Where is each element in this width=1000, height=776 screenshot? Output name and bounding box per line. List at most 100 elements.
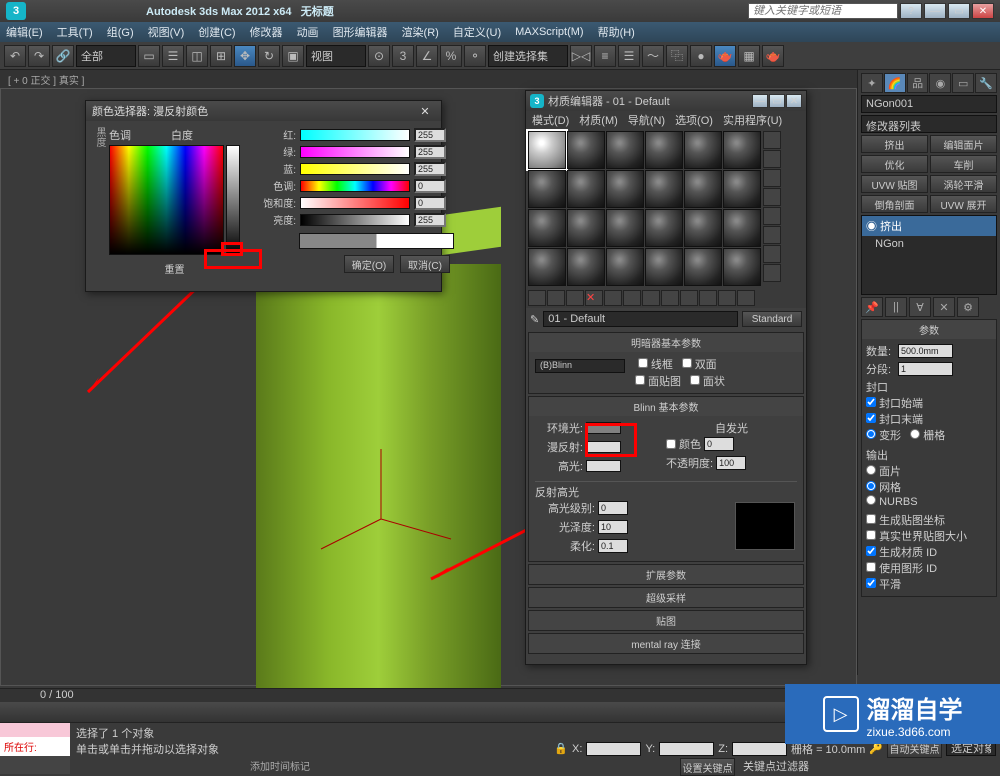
useshapeids-checkbox[interactable]: [866, 562, 876, 572]
get-material-icon[interactable]: [528, 290, 546, 306]
shader-dropdown[interactable]: (B)Blinn: [535, 359, 625, 373]
material-name-input[interactable]: [543, 311, 738, 327]
refcoord-dropdown[interactable]: [306, 45, 366, 67]
sample-uv-icon[interactable]: [763, 188, 781, 206]
shader-rollout-header[interactable]: 明暗器基本参数: [529, 333, 803, 352]
utilities-tab-icon[interactable]: 🔧: [975, 73, 997, 93]
maximize-button[interactable]: ▭: [948, 3, 970, 19]
material-slot[interactable]: [645, 131, 683, 169]
make-copy-icon[interactable]: [604, 290, 622, 306]
undo-icon[interactable]: ↶: [4, 45, 26, 67]
btn-extrude[interactable]: 挤出: [861, 135, 928, 153]
mirror-icon[interactable]: ▷◁: [570, 45, 592, 67]
link-icon[interactable]: 🔗: [52, 45, 74, 67]
select-region-icon[interactable]: ◫: [186, 45, 208, 67]
green-slider[interactable]: [300, 146, 410, 158]
morph-radio[interactable]: [866, 429, 876, 439]
show-map-icon[interactable]: [680, 290, 698, 306]
blue-slider[interactable]: [300, 163, 410, 175]
select-name-icon[interactable]: ☰: [162, 45, 184, 67]
btn-bevelprof[interactable]: 倒角剖面: [861, 195, 928, 213]
material-slot[interactable]: [684, 248, 722, 286]
curve-editor-icon[interactable]: 〜: [642, 45, 664, 67]
val-slider[interactable]: [300, 214, 410, 226]
btn-optimize[interactable]: 优化: [861, 155, 928, 173]
reset-mtl-icon[interactable]: ✕: [585, 290, 603, 306]
me-maximize-icon[interactable]: ▭: [769, 94, 785, 108]
add-time-tag[interactable]: 添加时间标记: [250, 758, 310, 773]
make-preview-icon[interactable]: [763, 226, 781, 244]
setkey-button[interactable]: 设置关键点: [680, 758, 735, 776]
go-forward-icon[interactable]: [737, 290, 755, 306]
me-menu-material[interactable]: 材质(M): [579, 112, 618, 128]
material-slot[interactable]: [723, 131, 761, 169]
schematic-icon[interactable]: ⿻: [666, 45, 688, 67]
grid-radio[interactable]: [910, 429, 920, 439]
capend-checkbox[interactable]: [866, 413, 876, 423]
ext-rollout-header[interactable]: 扩展参数: [529, 565, 803, 584]
hue-input[interactable]: [414, 179, 446, 193]
menu-group[interactable]: 组(G): [107, 24, 134, 40]
red-input[interactable]: [414, 128, 446, 142]
sample-type-icon[interactable]: [763, 131, 781, 149]
menu-tools[interactable]: 工具(T): [57, 24, 93, 40]
segs-input[interactable]: [898, 362, 953, 376]
make-unique-icon[interactable]: ∀: [909, 297, 931, 317]
material-slot[interactable]: [645, 209, 683, 247]
green-input[interactable]: [414, 145, 446, 159]
help-search-input[interactable]: [748, 3, 898, 19]
stack-item-ngon[interactable]: NGon: [862, 236, 996, 252]
menu-help[interactable]: 帮助(H): [598, 24, 635, 40]
genmapcoords-checkbox[interactable]: [866, 514, 876, 524]
select-by-mtl-icon[interactable]: [763, 264, 781, 282]
put-to-scene-icon[interactable]: [547, 290, 565, 306]
me-menu-mode[interactable]: 模式(D): [532, 112, 569, 128]
material-slot[interactable]: [567, 131, 605, 169]
material-slot[interactable]: [528, 131, 566, 169]
mtl-id-icon[interactable]: [661, 290, 679, 306]
sat-input[interactable]: [414, 196, 446, 210]
material-slot[interactable]: [684, 170, 722, 208]
menu-render[interactable]: 渲染(R): [402, 24, 439, 40]
time-slider[interactable]: 0 / 100: [0, 688, 857, 702]
maxscript-mini[interactable]: [0, 723, 70, 737]
move-icon[interactable]: ✥: [234, 45, 256, 67]
blinn-rollout-header[interactable]: Blinn 基本参数: [529, 397, 803, 416]
material-slot[interactable]: [528, 209, 566, 247]
menu-modifiers[interactable]: 修改器: [250, 24, 283, 40]
material-type-button[interactable]: Standard: [742, 311, 802, 327]
named-selset-dropdown[interactable]: [488, 45, 568, 67]
keyfilter-label[interactable]: 关键点过滤器: [743, 758, 809, 776]
color-picker-title[interactable]: 颜色选择器: 漫反射颜色 ✕: [86, 101, 441, 121]
me-menu-utilities[interactable]: 实用程序(U): [723, 112, 782, 128]
opacity-input[interactable]: [716, 456, 746, 470]
background-icon[interactable]: [763, 169, 781, 187]
hue-slider[interactable]: [300, 180, 410, 192]
layers-icon[interactable]: ☰: [618, 45, 640, 67]
render-frame-icon[interactable]: ▦: [738, 45, 760, 67]
lock-icon[interactable]: 🔒: [554, 742, 568, 755]
select-icon[interactable]: ▭: [138, 45, 160, 67]
mr-rollout-header[interactable]: mental ray 连接: [529, 634, 803, 653]
btn-lathe[interactable]: 车削: [930, 155, 997, 173]
material-slot[interactable]: [567, 248, 605, 286]
material-editor-title[interactable]: 3 材质编辑器 - 01 - Default — ▭ ✕: [526, 91, 806, 111]
backlight-icon[interactable]: [763, 150, 781, 168]
cancel-button[interactable]: 取消(C): [400, 255, 450, 273]
spinner-snap-icon[interactable]: ⚬: [464, 45, 486, 67]
material-slot[interactable]: [723, 248, 761, 286]
me-menu-nav[interactable]: 导航(N): [628, 112, 665, 128]
display-tab-icon[interactable]: ▭: [952, 73, 974, 93]
hue-sat-picker[interactable]: [109, 145, 224, 255]
selfillum-checkbox[interactable]: [666, 439, 676, 449]
pin-stack-icon[interactable]: 📌: [861, 297, 883, 317]
scene-object-ngon[interactable]: [256, 224, 501, 684]
modifier-stack[interactable]: ◉ 挤出 NGon: [861, 215, 997, 295]
genmatids-checkbox[interactable]: [866, 546, 876, 556]
menu-anim[interactable]: 动画: [297, 24, 319, 40]
assign-to-sel-icon[interactable]: [566, 290, 584, 306]
configure-sets-icon[interactable]: ⚙: [957, 297, 979, 317]
material-slot[interactable]: [723, 209, 761, 247]
facemap-checkbox[interactable]: [635, 375, 645, 385]
material-slot[interactable]: [606, 248, 644, 286]
